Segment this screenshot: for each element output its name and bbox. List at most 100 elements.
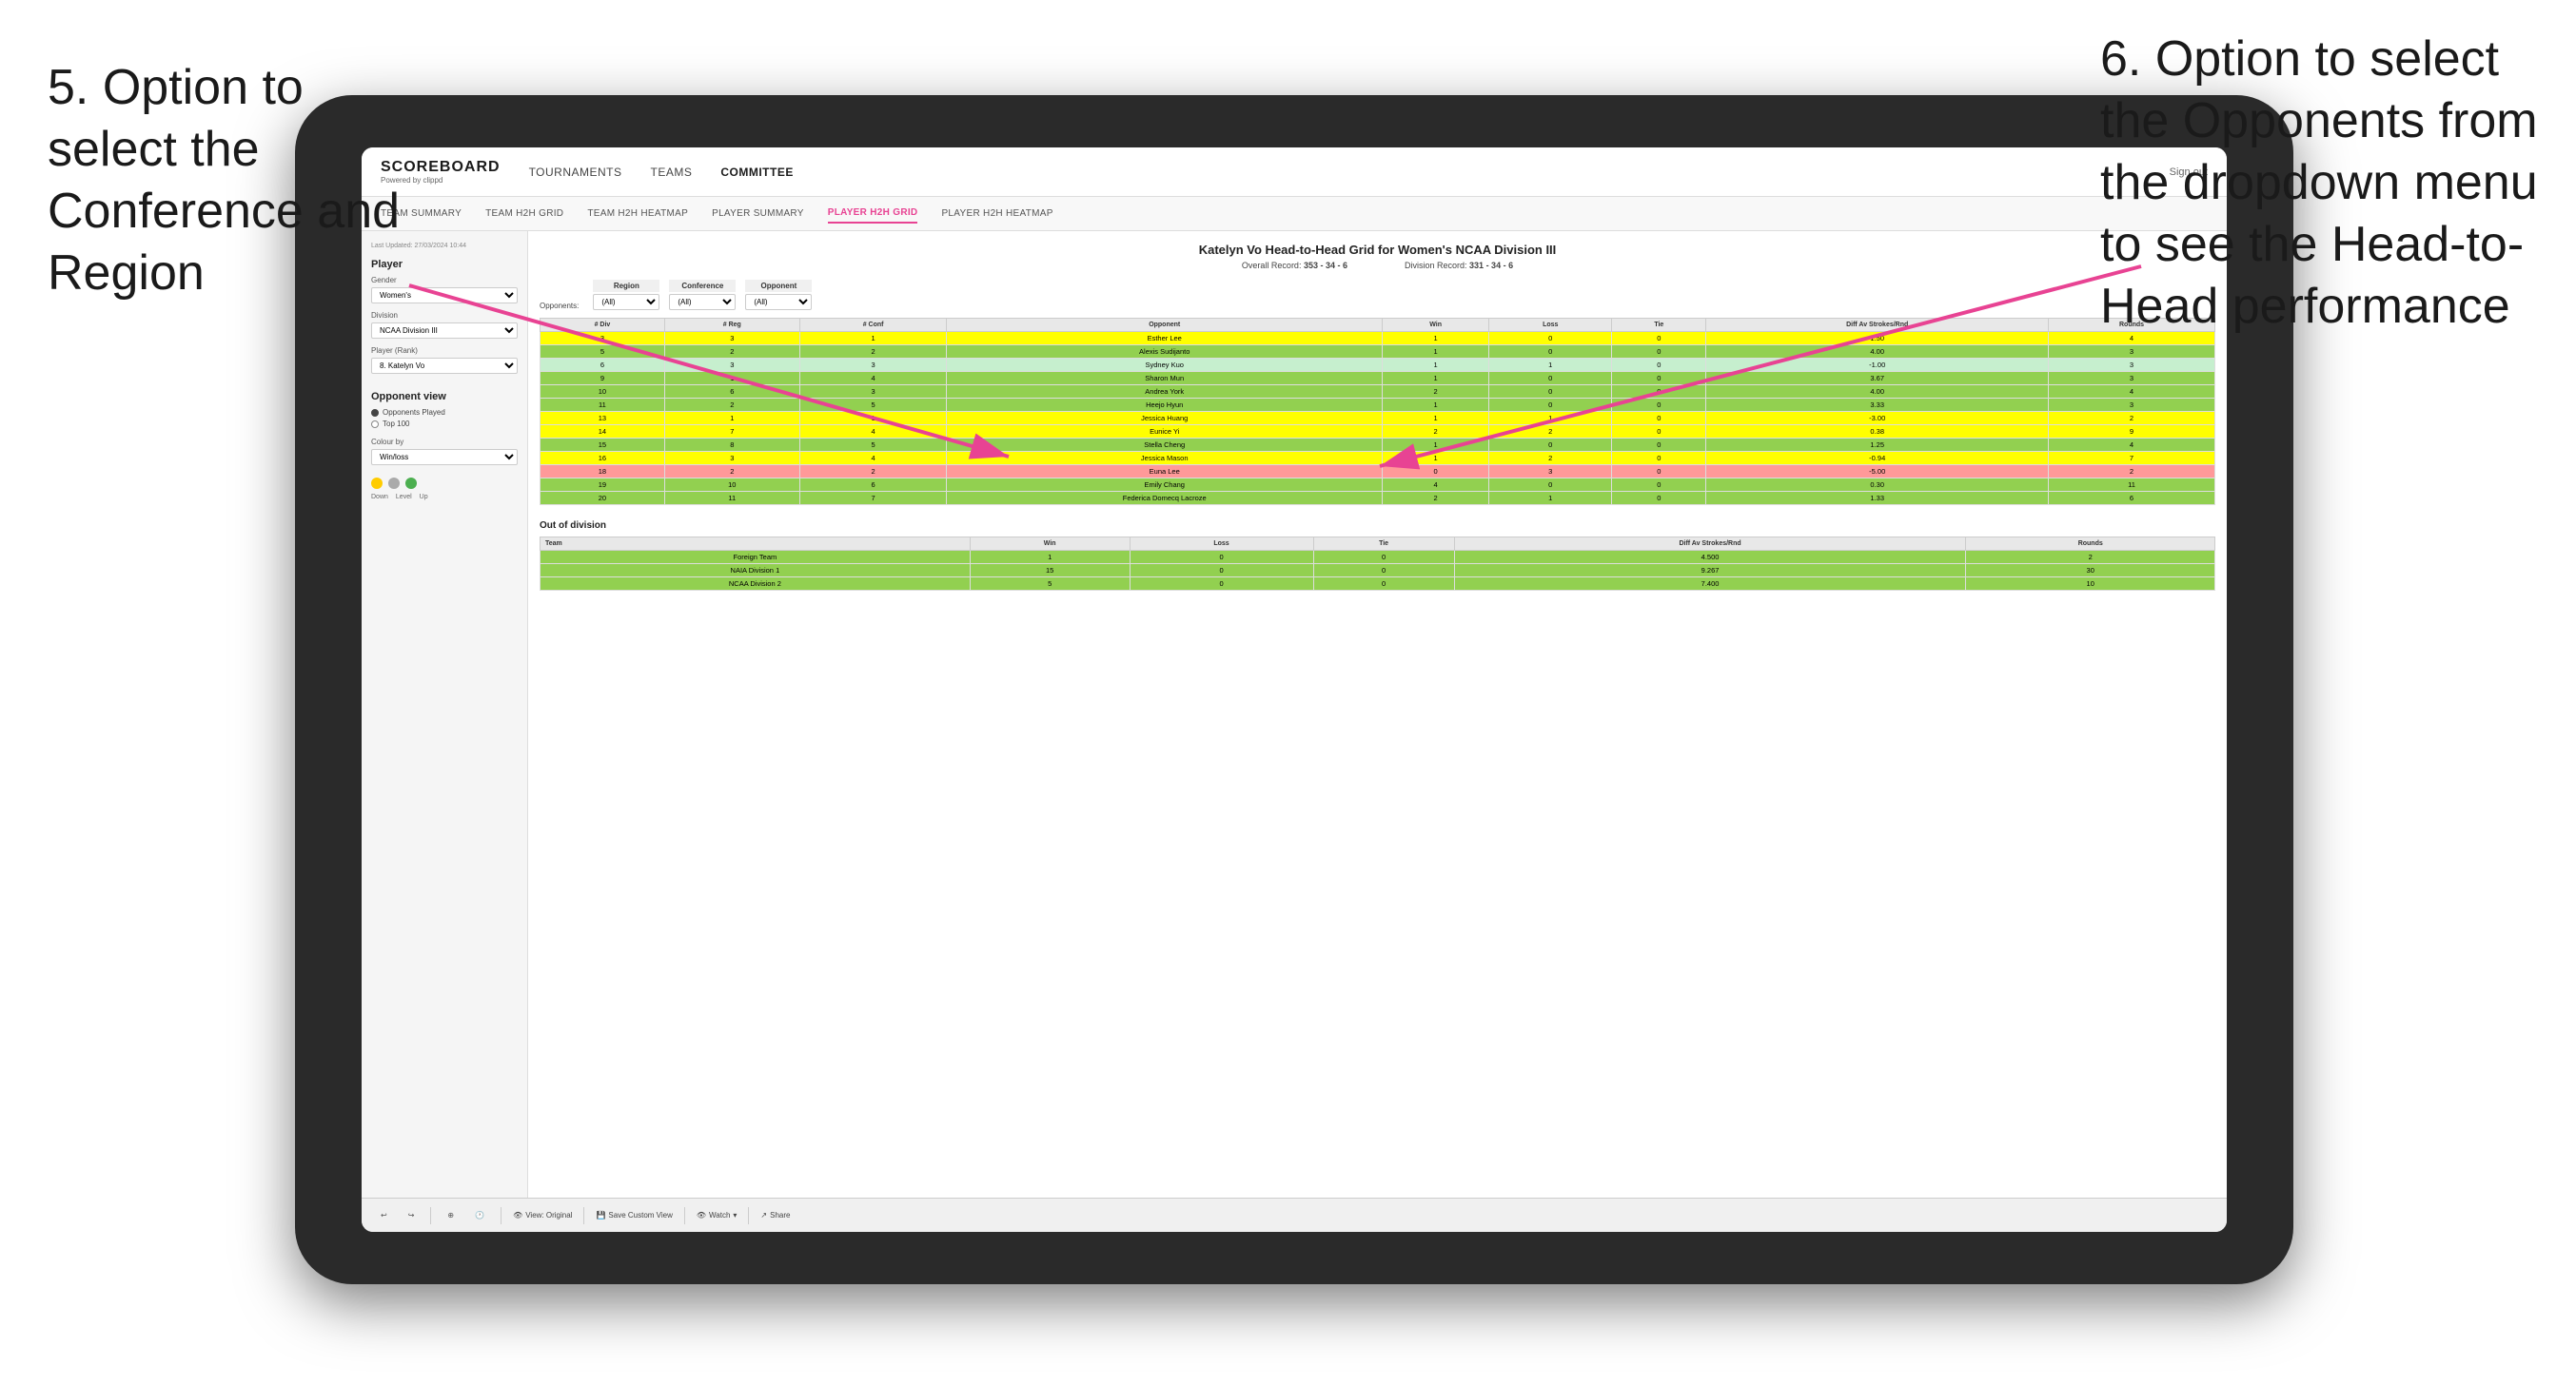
toolbar-divider-4 [684,1207,685,1224]
cell-tie: 0 [1612,465,1706,478]
th-out-diff: Diff Av Strokes/Rnd [1454,537,1966,551]
share-btn[interactable]: ↗ Share [760,1211,790,1220]
cell-win: 1 [1383,345,1489,359]
redo-btn[interactable]: ↪ [403,1209,420,1221]
conference-select[interactable]: (All) [669,294,736,310]
zoom-btn[interactable]: ⊕ [442,1209,459,1221]
sub-nav-team-h2h-heatmap[interactable]: TEAM H2H HEATMAP [587,205,688,223]
player-rank-select[interactable]: 8. Katelyn Vo [371,358,518,374]
cell-tie: 0 [1612,452,1706,465]
cell-win: 1 [1383,412,1489,425]
cell-out-diff: 7.400 [1454,577,1966,591]
division-label-text: Division Record: [1405,261,1467,270]
cell-div: 19 [541,478,665,492]
cell-reg: 2 [664,399,799,412]
colour-select[interactable]: Win/loss [371,449,518,465]
cell-loss: 1 [1489,492,1612,505]
out-table-row: NCAA Division 2 5 0 0 7.400 10 [541,577,2215,591]
dot-level [388,478,400,489]
table-row: 11 2 5 Heejo Hyun 1 0 0 3.33 3 [541,399,2215,412]
cell-reg: 2 [664,345,799,359]
cell-out-win: 15 [970,564,1130,577]
cell-loss: 0 [1489,332,1612,345]
division-record-label: Division Record: 331 - 34 - 6 [1405,261,1513,270]
conference-header: Conference [669,280,736,292]
cell-diff: 1.50 [1706,332,2049,345]
nav-tournaments[interactable]: TOURNAMENTS [529,162,622,183]
legend-row: Down Level Up [371,494,518,500]
sub-nav-player-summary[interactable]: PLAYER SUMMARY [712,205,804,223]
save-icon: 💾 [596,1211,605,1220]
cell-out-tie: 0 [1313,551,1454,564]
cell-loss: 1 [1489,359,1612,372]
cell-rounds: 3 [2049,345,2215,359]
cell-div: 20 [541,492,665,505]
filters-row: Opponents: Region (All) Conference (All) [540,280,2215,310]
cell-out-loss: 0 [1130,577,1313,591]
opponent-filter: Opponent (All) [745,280,812,310]
toolbar-divider-3 [583,1207,584,1224]
annotation-right: 6. Option to select the Opponents from t… [2100,29,2566,338]
cell-conf: 5 [799,439,947,452]
cell-opponent: Alexis Sudijanto [947,345,1383,359]
region-select[interactable]: (All) [593,294,659,310]
cell-conf: 5 [799,399,947,412]
sub-nav-team-h2h-grid[interactable]: TEAM H2H GRID [485,205,563,223]
cell-out-tie: 0 [1313,577,1454,591]
view-icon: 👁 [513,1211,522,1220]
th-out-tie: Tie [1313,537,1454,551]
cell-loss: 2 [1489,452,1612,465]
cell-win: 1 [1383,452,1489,465]
radio-opponents-played[interactable]: Opponents Played [371,408,518,417]
undo-btn[interactable]: ↩ [376,1209,392,1221]
cell-div: 5 [541,345,665,359]
cell-diff: 4.00 [1706,345,2049,359]
cell-opponent: Emily Chang [947,478,1383,492]
sub-nav-player-h2h-heatmap[interactable]: PLAYER H2H HEATMAP [941,205,1052,223]
cell-div: 9 [541,372,665,385]
nav-committee[interactable]: COMMITTEE [720,162,794,183]
clock-btn[interactable]: 🕐 [470,1209,489,1221]
th-out-rounds: Rounds [1966,537,2215,551]
sub-nav: TEAM SUMMARY TEAM H2H GRID TEAM H2H HEAT… [362,197,2227,231]
cell-tie: 0 [1612,478,1706,492]
out-division-table: Team Win Loss Tie Diff Av Strokes/Rnd Ro… [540,537,2215,591]
cell-opponent: Heejo Hyun [947,399,1383,412]
cell-tie: 0 [1612,372,1706,385]
table-row: 9 1 4 Sharon Mun 1 0 0 3.67 3 [541,372,2215,385]
cell-win: 1 [1383,439,1489,452]
annotation-left-text: 5. Option to select the Conference and R… [48,60,400,301]
cell-out-win: 1 [970,551,1130,564]
legend-down: Down [371,494,388,500]
cell-conf: 2 [799,345,947,359]
dot-down [371,478,383,489]
cell-conf: 3 [799,359,947,372]
radio-top100[interactable]: Top 100 [371,420,518,428]
cell-conf: 1 [799,332,947,345]
watch-label: Watch [709,1211,730,1220]
cell-div: 15 [541,439,665,452]
cell-tie: 0 [1612,345,1706,359]
table-row: 5 2 2 Alexis Sudijanto 1 0 0 4.00 3 [541,345,2215,359]
view-original-btn[interactable]: 👁 View: Original [513,1211,572,1220]
cell-win: 1 [1383,359,1489,372]
main-data-table: # Div # Reg # Conf Opponent Win Loss Tie… [540,318,2215,505]
cell-tie: 0 [1612,359,1706,372]
opponent-select[interactable]: (All) [745,294,812,310]
opponent-view-section: Opponent view Opponents Played Top 100 [371,391,518,428]
division-select[interactable]: NCAA Division III [371,322,518,339]
nav-teams[interactable]: TEAMS [651,162,693,183]
cell-rounds: 6 [2049,492,2215,505]
save-custom-btn[interactable]: 💾 Save Custom View [596,1211,672,1220]
cell-rounds: 2 [2049,465,2215,478]
cell-reg: 3 [664,332,799,345]
colour-section: Colour by Win/loss Down Level Up [371,438,518,500]
cell-tie: 0 [1612,492,1706,505]
sub-nav-player-h2h-grid[interactable]: PLAYER H2H GRID [828,204,918,224]
watch-btn[interactable]: 👁 Watch ▾ [697,1211,737,1220]
cell-out-rounds: 30 [1966,564,2215,577]
cell-diff: 3.67 [1706,372,2049,385]
bottom-toolbar: ↩ ↪ ⊕ 🕐 👁 View: Original 💾 Save Custom V… [362,1198,2227,1232]
cell-diff: -1.00 [1706,359,2049,372]
cell-reg: 1 [664,372,799,385]
